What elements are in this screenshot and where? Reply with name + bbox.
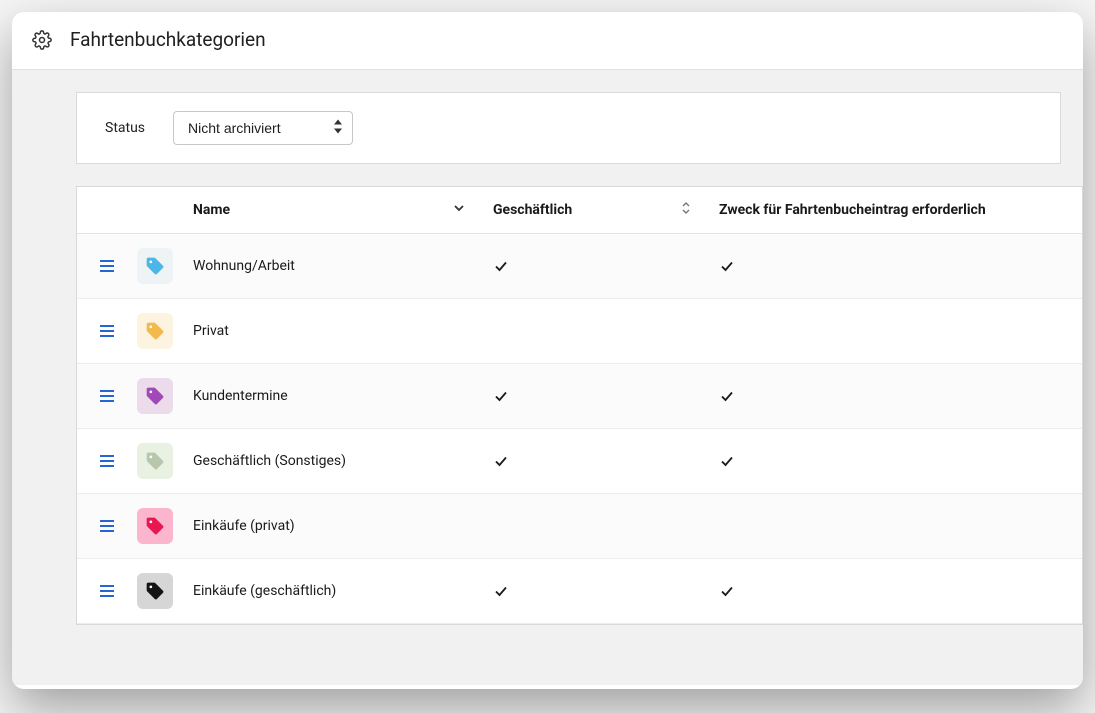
table-row[interactable]: Wohnung/Arbeit	[77, 234, 1082, 299]
business-cell	[493, 258, 719, 274]
purpose-cell	[719, 388, 1082, 404]
category-name: Wohnung/Arbeit	[193, 258, 493, 274]
drag-handle-icon[interactable]	[77, 259, 137, 273]
category-tag-badge	[137, 508, 193, 544]
business-cell	[493, 388, 719, 404]
gear-icon	[32, 30, 52, 50]
column-header-purpose[interactable]: Zweck für Fahrtenbucheintrag erforderlic…	[719, 202, 1082, 218]
drag-handle-icon[interactable]	[77, 389, 137, 403]
body-area: Status Nicht archiviert Name	[12, 70, 1083, 685]
category-name: Geschäftlich (Sonstiges)	[193, 453, 493, 469]
drag-handle-icon[interactable]	[77, 454, 137, 468]
check-icon	[719, 453, 735, 469]
sort-icon	[681, 201, 691, 219]
purpose-cell	[719, 258, 1082, 274]
table-body: Wohnung/Arbeit Privat Kundentermine Gesc…	[77, 234, 1082, 624]
category-tag-badge	[137, 378, 193, 414]
page-header: Fahrtenbuchkategorien	[12, 12, 1083, 70]
check-icon	[719, 258, 735, 274]
table-row[interactable]: Kundentermine	[77, 364, 1082, 429]
page-title: Fahrtenbuchkategorien	[70, 28, 266, 51]
table-row[interactable]: Einkäufe (geschäftlich)	[77, 559, 1082, 624]
chevron-down-icon	[453, 202, 465, 218]
check-icon	[719, 388, 735, 404]
status-select[interactable]: Nicht archiviert	[173, 111, 353, 145]
category-name: Privat	[193, 323, 493, 339]
purpose-cell	[719, 583, 1082, 599]
drag-handle-icon[interactable]	[77, 519, 137, 533]
category-tag-badge	[137, 313, 193, 349]
category-tag-badge	[137, 573, 193, 609]
category-name: Kundentermine	[193, 388, 493, 404]
purpose-cell	[719, 453, 1082, 469]
business-cell	[493, 453, 719, 469]
check-icon	[719, 583, 735, 599]
table-row[interactable]: Einkäufe (privat)	[77, 494, 1082, 559]
category-name: Einkäufe (privat)	[193, 518, 493, 534]
business-cell	[493, 583, 719, 599]
table-row[interactable]: Privat	[77, 299, 1082, 364]
drag-handle-icon[interactable]	[77, 324, 137, 338]
table-header-row: Name Geschäftlich Zweck für Fah	[77, 187, 1082, 234]
check-icon	[493, 453, 509, 469]
drag-handle-icon[interactable]	[77, 584, 137, 598]
category-tag-badge	[137, 248, 193, 284]
column-header-name[interactable]: Name	[193, 202, 493, 218]
check-icon	[493, 258, 509, 274]
category-tag-badge	[137, 443, 193, 479]
column-header-business[interactable]: Geschäftlich	[493, 201, 719, 219]
status-select-wrap: Nicht archiviert	[173, 111, 353, 145]
categories-table: Name Geschäftlich Zweck für Fah	[76, 186, 1083, 625]
main-panel: Fahrtenbuchkategorien Status Nicht archi…	[12, 12, 1083, 689]
category-name: Einkäufe (geschäftlich)	[193, 583, 493, 599]
check-icon	[493, 388, 509, 404]
table-row[interactable]: Geschäftlich (Sonstiges)	[77, 429, 1082, 494]
filter-card: Status Nicht archiviert	[76, 92, 1061, 164]
check-icon	[493, 583, 509, 599]
status-filter-label: Status	[105, 120, 145, 136]
